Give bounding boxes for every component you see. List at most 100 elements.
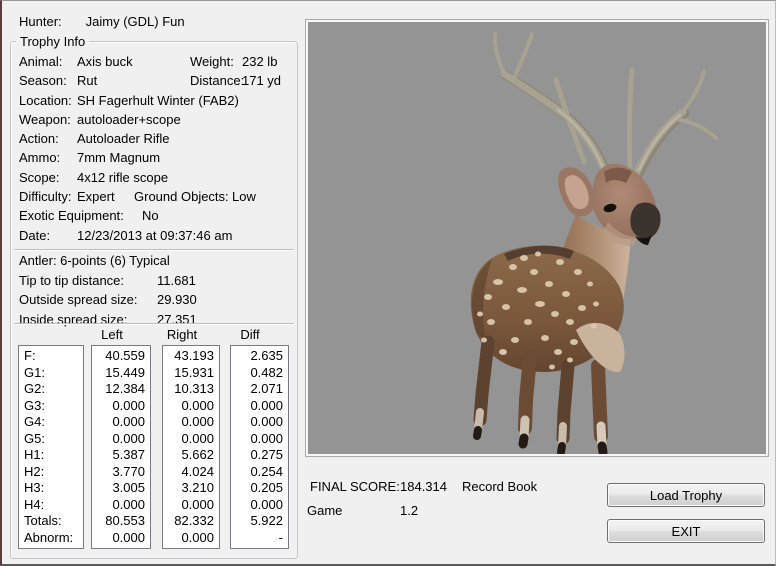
right-values-listbox[interactable]: 43.193 15.931 10.313 0.000 0.000 0.000 5… [162,345,220,549]
weapon-label: Weapon: [19,112,71,127]
measure-label: H2: [19,464,83,481]
trophy-3d-viewport[interactable] [305,19,769,457]
hunter-line: Hunter: Jaimy (GDL) Fun [19,14,185,29]
right-value: 0.000 [163,530,219,547]
diff-value: 0.254 [231,464,288,481]
column-header-diff: Diff [220,327,280,342]
left-value: 0.000 [92,414,150,431]
animal-label: Animal: [19,54,62,69]
diff-value: 0.000 [231,431,288,448]
weight-value: 232 lb [242,54,277,69]
left-value: 0.000 [92,497,150,514]
trophy-info-fields: Animal: Axis buck Weight: 232 lb Season:… [19,54,293,247]
measure-label: Totals: [19,513,83,530]
diff-value: 0.000 [231,497,288,514]
diff-value: 5.922 [231,513,288,530]
game-version-value: 1.2 [400,503,418,518]
right-value: 0.000 [163,431,219,448]
scope-label: Scope: [19,170,59,185]
viewport-canvas [308,22,766,454]
diff-value: - [231,530,288,547]
distance-label: Distance: [190,73,244,88]
row-animal-weight: Animal: Axis buck Weight: 232 lb [19,54,293,73]
left-value: 40.559 [92,348,150,365]
exit-button[interactable]: EXIT [607,519,765,543]
left-value: 0.000 [92,431,150,448]
diff-value: 0.000 [231,398,288,415]
left-value: 5.387 [92,447,150,464]
final-score-value: 184.314 [400,479,447,494]
ground-objects-label: Ground Objects: [134,189,229,204]
row-date: Date: 12/23/2013 at 09:37:46 am [19,228,293,247]
column-header-left: Left [82,327,142,342]
measurement-labels-listbox[interactable]: F: G1: G2: G3: G4: G5: H1: H2: H3: H4: T… [18,345,84,549]
outside-spread-value: 29.930 [157,292,197,307]
right-value: 0.000 [163,398,219,415]
ammo-label: Ammo: [19,150,60,165]
measure-label: G2: [19,381,83,398]
measure-label: G4: [19,414,83,431]
deer-ear [558,167,595,216]
left-values-listbox[interactable]: 40.559 15.449 12.384 0.000 0.000 0.000 5… [91,345,151,549]
right-value: 4.024 [163,464,219,481]
scope-value: 4x12 rifle scope [77,170,168,185]
measure-label: H4: [19,497,83,514]
outside-spread-label: Outside spread size: [19,292,138,307]
row-tip-to-tip: Tip to tip distance: 11.681 [19,273,293,293]
game-label: Game [307,503,342,518]
exotic-equipment-value: No [142,208,159,223]
left-value: 3.005 [92,480,150,497]
left-value: 12.384 [92,381,150,398]
season-value: Rut [77,73,97,88]
separator-antler [14,249,294,251]
ground-objects-value: Low [232,189,256,204]
animal-value: Axis buck [77,54,133,69]
action-value: Autoloader Rifle [77,131,170,146]
column-header-right: Right [152,327,212,342]
right-value: 10.313 [163,381,219,398]
tip-to-tip-value: 11.681 [157,273,196,288]
measure-label: G5: [19,431,83,448]
muzzle [630,202,660,238]
separator-measurements [14,323,294,325]
distance-value: 171 yd [242,73,281,88]
diff-value: 0.000 [231,414,288,431]
measure-label: H3: [19,480,83,497]
diff-values-listbox[interactable]: 2.635 0.482 2.071 0.000 0.000 0.000 0.27… [230,345,289,549]
action-label: Action: [19,131,59,146]
measure-label: G1: [19,365,83,382]
trophy-viewer-window: Hunter:Jaimy (GDL) Fun Trophy Info Anima… [0,0,776,566]
weapon-value: autoloader+scope [77,112,181,127]
left-value: 80.553 [92,513,150,530]
antler-summary-text: Antler: 6-points (6) Typical [19,253,170,268]
date-value: 12/23/2013 at 09:37:46 am [77,228,232,243]
right-value: 0.000 [163,497,219,514]
row-difficulty: Difficulty: Expert Ground Objects: Low [19,189,293,208]
row-location: Location: SH Fagerhult Winter (FAB2) [19,93,293,112]
antler-summary: Antler: 6-points (6) Typical [19,253,293,273]
difficulty-label: Difficulty: [19,189,72,204]
right-value: 82.332 [163,513,219,530]
location-value: SH Fagerhult Winter (FAB2) [77,93,239,108]
measure-label: Abnorm: [19,530,83,547]
row-season-distance: Season: Rut Distance: 171 yd [19,73,293,92]
location-label: Location: [19,93,72,108]
left-value: 15.449 [92,365,150,382]
season-label: Season: [19,73,67,88]
right-value: 5.662 [163,447,219,464]
measure-label: H1: [19,447,83,464]
date-label: Date: [19,228,50,243]
row-exotic-equipment: Exotic Equipment: No [19,208,293,227]
left-value: 0.000 [92,398,150,415]
hunter-label: Hunter: [19,14,62,29]
ammo-value: 7mm Magnum [77,150,160,165]
measure-label: F: [19,348,83,365]
hunter-value: Jaimy (GDL) Fun [86,14,185,29]
row-weapon: Weapon: autoloader+scope [19,112,293,131]
left-value: 3.770 [92,464,150,481]
right-value: 43.193 [163,348,219,365]
load-trophy-button[interactable]: Load Trophy [607,483,765,507]
row-scope: Scope: 4x12 rifle scope [19,170,293,189]
exotic-equipment-label: Exotic Equipment: [19,208,124,223]
record-book-rank: Record Book [462,479,537,494]
